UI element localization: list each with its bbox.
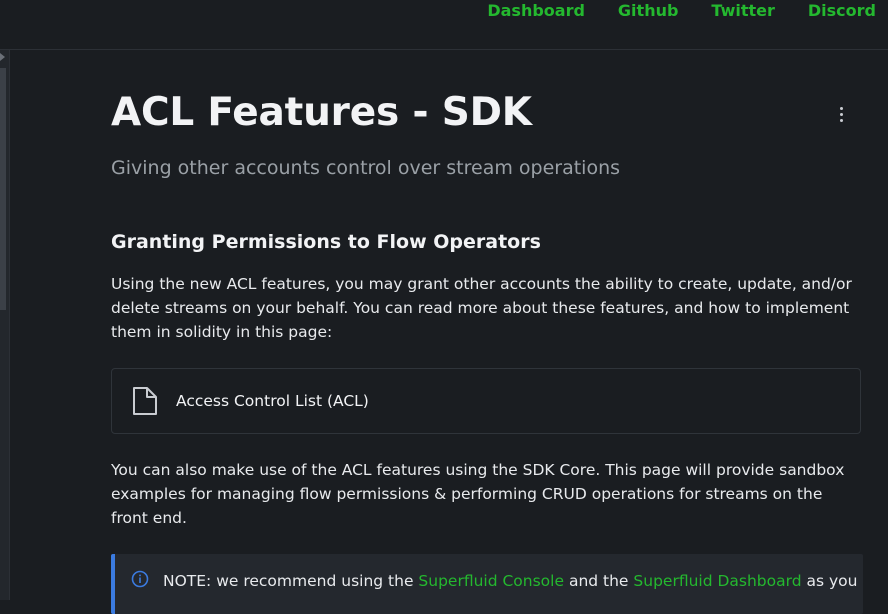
superfluid-dashboard-link[interactable]: Superfluid Dashboard [633,572,801,590]
note-prefix: NOTE: we recommend using the [163,572,419,590]
top-navbar: Dashboard Github Twitter Discord [0,0,888,50]
sidebar-scrollbar[interactable] [0,50,10,600]
nav-link-discord[interactable]: Discord [808,1,876,21]
more-options-icon[interactable] [834,104,848,124]
page-subtitle: Giving other accounts control over strea… [111,157,621,179]
acl-page-link-card[interactable]: Access Control List (ACL) [111,368,861,434]
scrollbar-thumb[interactable] [0,68,6,310]
nav-link-dashboard[interactable]: Dashboard [487,1,585,21]
document-icon [133,387,157,415]
sdk-core-paragraph: You can also make use of the ACL feature… [111,461,845,527]
note-text: NOTE: we recommend using the Superfluid … [163,571,858,591]
card-label: Access Control List (ACL) [176,392,369,410]
page-title: ACL Features - SDK [111,90,532,135]
collapse-arrow-icon[interactable] [0,53,5,61]
superfluid-console-link[interactable]: Superfluid Console [418,572,564,590]
note-mid: and the [564,572,634,590]
note-callout: NOTE: we recommend using the Superfluid … [111,554,863,614]
kebab-dot [839,118,843,122]
kebab-dot [839,112,843,116]
section-heading: Granting Permissions to Flow Operators [111,231,541,253]
intro-paragraph: Using the new ACL features, you may gran… [111,275,852,341]
nav-link-github[interactable]: Github [618,1,679,21]
nav-link-twitter[interactable]: Twitter [711,1,774,21]
info-icon [131,570,149,588]
kebab-dot [839,106,843,110]
top-nav-links: Dashboard Github Twitter Discord [454,0,876,22]
note-suffix: as you [801,572,858,590]
